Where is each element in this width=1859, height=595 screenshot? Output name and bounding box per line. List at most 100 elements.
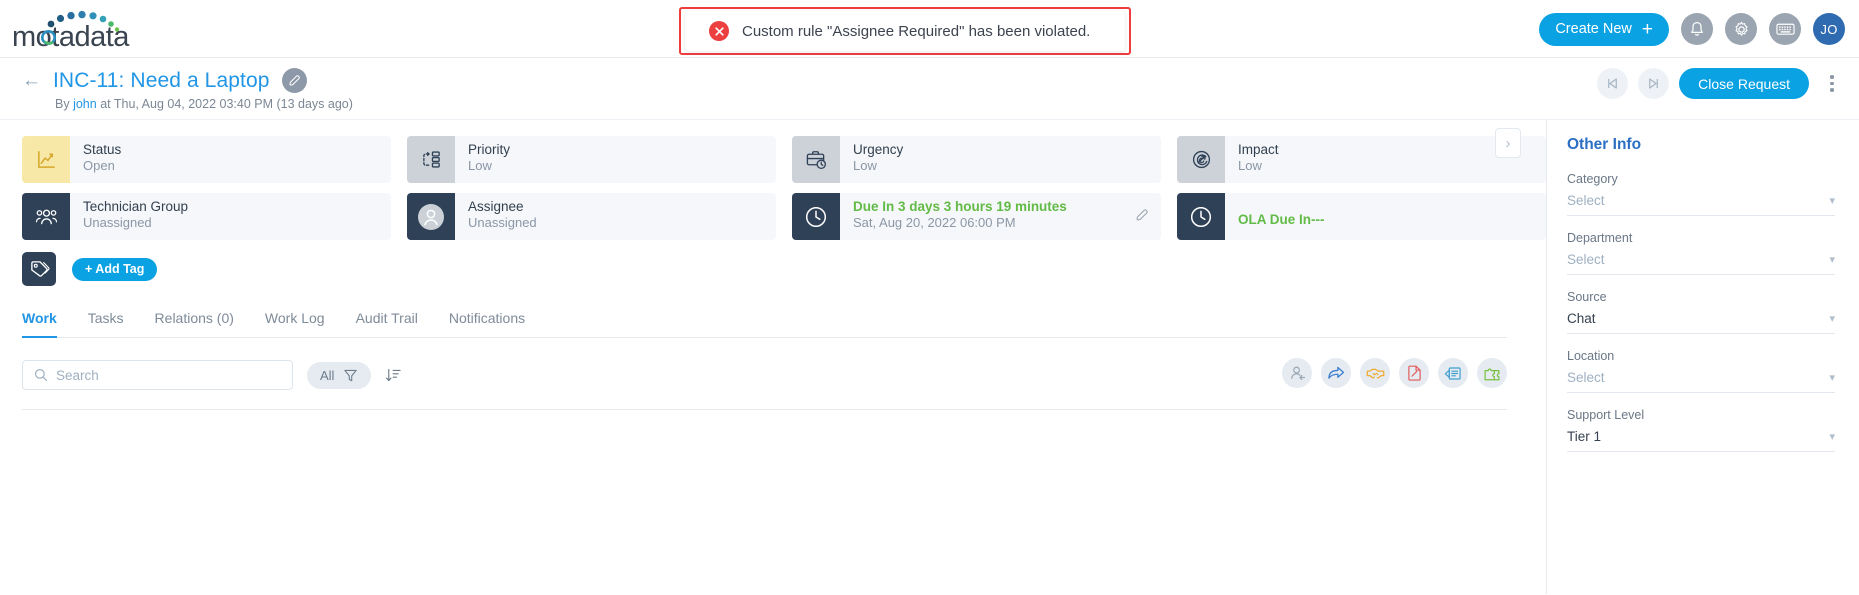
ticket-title-row: ← INC-11: Need a Laptop: [22, 68, 1845, 93]
header-actions: Create New + JO: [1539, 0, 1845, 58]
keyboard-shortcuts-button[interactable]: [1769, 13, 1801, 45]
assignee-card[interactable]: Assignee Unassigned: [407, 193, 776, 240]
clock-icon: [1177, 193, 1225, 240]
support-level-select[interactable]: Tier 1 ▾: [1567, 429, 1835, 452]
priority-card[interactable]: Priority Low: [407, 136, 776, 183]
tab-tasks[interactable]: Tasks: [88, 310, 124, 337]
tab-audit-trail[interactable]: Audit Trail: [356, 310, 418, 337]
clock-glyph: [1190, 206, 1212, 227]
location-select[interactable]: Select ▾: [1567, 370, 1835, 393]
work-toolbar: All: [22, 358, 1507, 390]
field-department: Department Select ▾: [1567, 231, 1835, 275]
source-value: Chat: [1567, 311, 1596, 326]
category-value: Select: [1567, 193, 1605, 208]
urgency-card-body: Urgency Low: [840, 136, 1161, 183]
priority-card-body: Priority Low: [455, 136, 776, 183]
back-arrow-icon[interactable]: ←: [22, 71, 41, 90]
ola-due-in-label: OLA Due In---: [1238, 211, 1325, 227]
support-level-label: Support Level: [1567, 408, 1645, 422]
briefcase-clock-glyph: [806, 151, 827, 170]
forward-arrow-icon: [1328, 366, 1345, 379]
ticket-byline: By john at Thu, Aug 04, 2022 03:40 PM (1…: [55, 97, 1845, 111]
user-avatar[interactable]: JO: [1813, 13, 1845, 45]
status-card-body: Status Open: [70, 136, 391, 183]
status-card[interactable]: Status Open: [22, 136, 391, 183]
content-tabs: Work Tasks Relations (0) Work Log Audit …: [22, 310, 1507, 338]
department-select[interactable]: Select ▾: [1567, 252, 1835, 275]
forward-button[interactable]: [1321, 358, 1351, 388]
avatar-initials: JO: [1820, 21, 1838, 37]
kebab-dot: [1830, 81, 1834, 86]
due-in-date: Sat, Aug 20, 2022 06:00 PM: [853, 215, 1016, 230]
status-value: Open: [83, 158, 115, 173]
toast-message: Custom rule "Assignee Required" has been…: [742, 22, 1091, 40]
filter-all-button[interactable]: All: [307, 361, 372, 389]
violation-toast-border: Custom rule "Assignee Required" has been…: [679, 7, 1131, 55]
more-options-button[interactable]: [1819, 68, 1845, 99]
field-support-level: Support Level Tier 1 ▾: [1567, 408, 1835, 452]
byline-user[interactable]: john: [73, 97, 97, 111]
app-logo[interactable]: motadata: [0, 8, 146, 50]
technician-group-card[interactable]: Technician Group Unassigned: [22, 193, 391, 240]
source-select[interactable]: Chat ▾: [1567, 311, 1835, 334]
assign-user-button[interactable]: [1282, 358, 1312, 388]
document-edit-icon: [1407, 365, 1421, 381]
note-edit-button[interactable]: [1438, 358, 1468, 388]
ola-due-in-card[interactable]: OLA Due In---: [1177, 193, 1546, 240]
ticket-actions: Close Request: [1597, 68, 1845, 99]
category-select[interactable]: Select ▾: [1567, 193, 1835, 216]
chevron-down-icon: ▾: [1829, 254, 1835, 266]
edit-due-date-button[interactable]: [1135, 208, 1149, 227]
tag-icon: [22, 252, 56, 286]
target-impact-icon: [1177, 136, 1225, 183]
field-location: Location Select ▾: [1567, 349, 1835, 393]
filter-all-label: All: [320, 367, 335, 383]
ticket-subheader: ← INC-11: Need a Laptop By john at Thu, …: [0, 58, 1859, 120]
expand-cards-button[interactable]: ›: [1495, 128, 1521, 158]
content-divider: [22, 409, 1507, 410]
pencil-icon: [1136, 209, 1148, 221]
sort-button[interactable]: [385, 367, 402, 384]
kebab-dot: [1830, 75, 1834, 79]
close-x-glyph: [714, 26, 724, 36]
puzzle-button[interactable]: [1477, 358, 1507, 388]
skip-previous-icon: [1608, 78, 1618, 89]
tab-work[interactable]: Work: [22, 310, 57, 338]
impact-card[interactable]: Impact Low: [1177, 136, 1546, 183]
puzzle-piece-icon: [1484, 368, 1500, 380]
settings-button[interactable]: [1725, 13, 1757, 45]
create-new-label: Create New: [1555, 21, 1632, 37]
due-in-card[interactable]: Due In 3 days 3 hours 19 minutes Sat, Au…: [792, 193, 1161, 240]
urgency-card[interactable]: Urgency Low: [792, 136, 1161, 183]
assign-user-icon: [1290, 366, 1305, 381]
page-title[interactable]: INC-11: Need a Laptop: [53, 69, 270, 93]
plus-icon: +: [1641, 18, 1653, 40]
create-new-button[interactable]: Create New +: [1539, 12, 1669, 46]
notification-bell-button[interactable]: [1681, 13, 1713, 45]
assignee-card-body: Assignee Unassigned: [455, 193, 776, 240]
byline-rest: at Thu, Aug 04, 2022 03:40 PM (13 days a…: [100, 97, 353, 111]
priority-flow-glyph: [422, 151, 440, 168]
search-box[interactable]: [22, 360, 293, 390]
tab-relations[interactable]: Relations (0): [155, 310, 234, 337]
document-edit-button[interactable]: [1399, 358, 1429, 388]
kebab-dot: [1830, 88, 1834, 92]
next-ticket-button[interactable]: [1638, 68, 1670, 99]
location-label: Location: [1567, 349, 1615, 363]
due-in-card-body: Due In 3 days 3 hours 19 minutes Sat, Au…: [840, 193, 1161, 240]
top-header-bar: motadata Custom rule "Assignee Required"…: [0, 0, 1859, 58]
edit-title-button[interactable]: [281, 68, 307, 93]
close-request-button[interactable]: Close Request: [1679, 68, 1809, 99]
people-group-icon: [22, 193, 70, 240]
clock-glyph: [805, 206, 827, 227]
handshake-button[interactable]: [1360, 358, 1390, 388]
add-tag-button[interactable]: + Add Tag: [72, 257, 158, 281]
bell-icon: [1691, 21, 1703, 36]
previous-ticket-button[interactable]: [1597, 68, 1629, 99]
chart-line-glyph: [37, 151, 55, 168]
tab-work-log[interactable]: Work Log: [265, 310, 325, 337]
briefcase-clock-icon: [792, 136, 840, 183]
pencil-icon: [288, 75, 300, 86]
tab-notifications[interactable]: Notifications: [449, 310, 525, 337]
search-input[interactable]: [56, 367, 281, 383]
